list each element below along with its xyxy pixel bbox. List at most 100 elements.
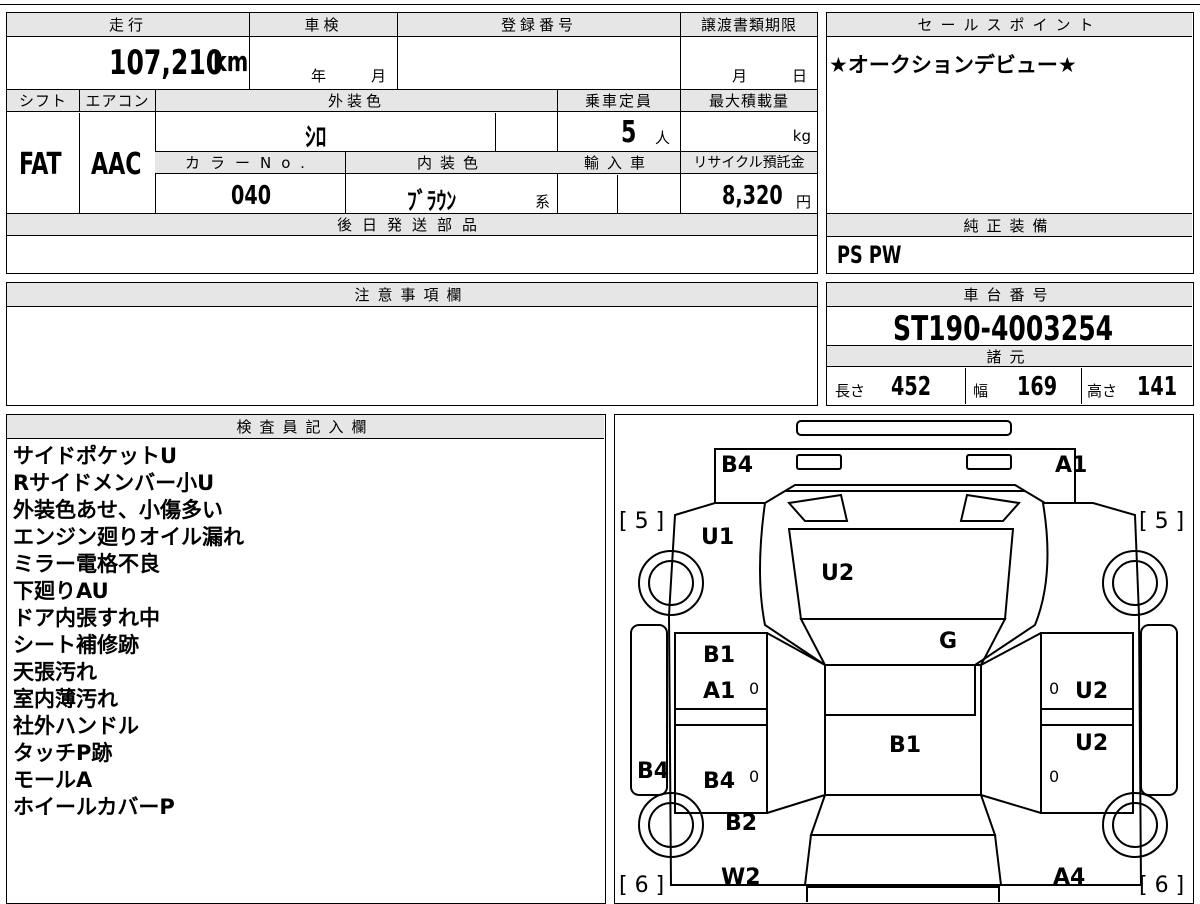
mark-left-front-door-2: A1 — [703, 679, 736, 704]
transfer-value-cell: 月 日 — [680, 37, 817, 89]
note-item: Rサイドメンバー小U — [13, 471, 215, 495]
length-cell: 長さ 452 — [827, 368, 965, 404]
tread-rear-left: [ 6 ] — [619, 873, 665, 898]
note-item: 下廻りAU — [13, 579, 109, 603]
note-item: 社外ハンドル — [13, 714, 139, 738]
mark-roof: B1 — [889, 733, 922, 758]
caution-box: 注意事項欄 — [6, 282, 818, 406]
equipment-text-cell: PS PW — [837, 241, 916, 269]
vehicle-info-box: 走行 車検 登録番号 譲渡書類期限 107,210 km 年 月 月 日 シフト… — [6, 12, 818, 274]
transfer-header: 譲渡書類期限 — [680, 13, 817, 37]
mark-left-rear-fender: B2 — [725, 811, 758, 836]
zero-mark: 0 — [1049, 679, 1060, 698]
mileage-header: 走行 — [7, 13, 249, 37]
note-item: 室内薄汚れ — [13, 687, 118, 711]
tread-front-right: [ 5 ] — [1139, 509, 1185, 534]
mark-rear-right: A4 — [1053, 865, 1086, 890]
mileage-value-cell: 107,210 km — [7, 37, 249, 89]
mileage-value: 107,210 — [109, 43, 224, 83]
note-item: サイドポケットU — [13, 444, 178, 468]
inspector-header: 検査員記入欄 — [7, 415, 604, 439]
interior-suffix: 系 — [535, 193, 551, 211]
chassis-value: ST190-4003254 — [893, 309, 1114, 349]
mileage-unit: km — [213, 45, 249, 78]
note-item: 外装色あせ、小傷多い — [13, 498, 223, 522]
recycle-value: 8,320 — [722, 181, 783, 211]
ac-header: エアコン — [79, 90, 155, 112]
car-outline-diagram — [630, 420, 1178, 902]
note-item: 天張汚れ — [13, 660, 97, 684]
mark-windshield: G — [939, 629, 958, 654]
zero-mark: 0 — [749, 767, 760, 786]
max-load-header: 最大積載量 — [680, 90, 817, 112]
mark-fender-front-left: U1 — [701, 525, 735, 550]
color-no-value: 040 — [231, 181, 272, 211]
recycle-header: リサイクル預託金 — [680, 152, 817, 174]
color-no-value-cell: 040 — [155, 175, 345, 213]
transfer-day: 日 — [792, 67, 808, 85]
capacity-unit: 人 — [655, 129, 671, 147]
width-cell: 幅 169 — [965, 368, 1081, 404]
later-parts-header: 後日発送部品 — [7, 214, 817, 236]
mark-left-rear-door: B4 — [703, 769, 736, 794]
note-item: シート補修跡 — [13, 633, 139, 657]
length-value: 452 — [891, 372, 932, 402]
caution-header: 注意事項欄 — [7, 283, 817, 307]
sales-point-text: ★オークションデビュー★ — [829, 53, 1077, 77]
capacity-value-cell: 5 人 — [557, 113, 680, 151]
note-item: ミラー電格不良 — [13, 552, 160, 576]
mark-front-bumper-right: A1 — [1055, 453, 1088, 478]
capacity-header: 乗車定員 — [557, 90, 680, 112]
note-item: エンジン廻りオイル漏れ — [13, 525, 244, 549]
note-item: ドア内張すれ中 — [13, 606, 160, 630]
inspection-month: 月 — [371, 67, 387, 85]
height-label: 高さ — [1087, 382, 1118, 400]
exterior-value: ｼﾛ — [305, 123, 327, 153]
exterior-header: 外装色 — [155, 90, 557, 112]
ac-value-cell: AAC — [79, 113, 155, 213]
shift-header: シフト — [7, 90, 79, 112]
sales-point-header: セールスポイント — [827, 13, 1192, 37]
interior-header: 内装色 — [345, 152, 557, 174]
ac-value: AAC — [91, 147, 142, 182]
equipment-header: 純正装備 — [827, 213, 1192, 237]
max-load-unit: kg — [792, 127, 811, 145]
note-item: モールA — [13, 768, 93, 792]
mark-right-rear-door: U2 — [1075, 731, 1109, 756]
max-load-value-cell: kg — [680, 113, 817, 151]
sales-point-box: セールスポイント ★オークションデビュー★ 純正装備 PS PW — [826, 12, 1194, 274]
mark-rear-left: W2 — [721, 865, 761, 890]
inspection-year: 年 — [311, 67, 327, 85]
car-diagram-box: [ 5 ] [ 5 ] [ 6 ] [ 6 ] B4 A1 U1 U2 G B1… — [614, 414, 1194, 904]
inspector-notes-list: サイドポケットU Rサイドメンバー小U 外装色あせ、小傷多い エンジン廻りオイル… — [13, 443, 593, 821]
chassis-box: 車台番号 ST190-4003254 諸元 長さ 452 幅 169 高さ 14… — [826, 282, 1194, 406]
registration-header: 登録番号 — [397, 13, 680, 37]
length-label: 長さ — [835, 382, 866, 400]
inspection-header: 車検 — [249, 13, 397, 37]
chassis-value-cell: ST190-4003254 — [827, 307, 1192, 349]
mark-left-front-door-1: B1 — [703, 643, 736, 668]
inspector-box: 検査員記入欄 サイドポケットU Rサイドメンバー小U 外装色あせ、小傷多い エン… — [6, 414, 606, 904]
inspection-value-cell: 年 月 — [249, 37, 397, 89]
capacity-value: 5 — [621, 115, 637, 150]
recycle-value-cell: 8,320 円 — [680, 175, 817, 213]
mark-left-rear-quarter: B4 — [637, 759, 670, 784]
mark-right-front-door: U2 — [1075, 679, 1109, 704]
interior-value-cell: ﾌﾞﾗｳﾝ 系 — [345, 175, 557, 215]
exterior-value-cell: ｼﾛ — [155, 113, 495, 153]
note-item: タッチP跡 — [13, 741, 113, 765]
shift-value-cell: FAT — [7, 113, 79, 213]
height-cell: 高さ 141 — [1081, 368, 1192, 404]
interior-value: ﾌﾞﾗｳﾝ — [407, 187, 457, 215]
note-item: ホイールカバーP — [13, 795, 175, 819]
import-header: 輸入車 — [557, 152, 680, 174]
spec-header: 諸元 — [827, 345, 1192, 367]
width-label: 幅 — [973, 382, 989, 400]
mark-front-bumper-left: B4 — [721, 453, 754, 478]
chassis-header: 車台番号 — [827, 283, 1192, 307]
shift-value: FAT — [19, 147, 62, 182]
width-value: 169 — [1017, 372, 1058, 402]
mark-hood: U2 — [821, 561, 855, 586]
tread-front-left: [ 5 ] — [619, 509, 665, 534]
zero-mark: 0 — [749, 679, 760, 698]
